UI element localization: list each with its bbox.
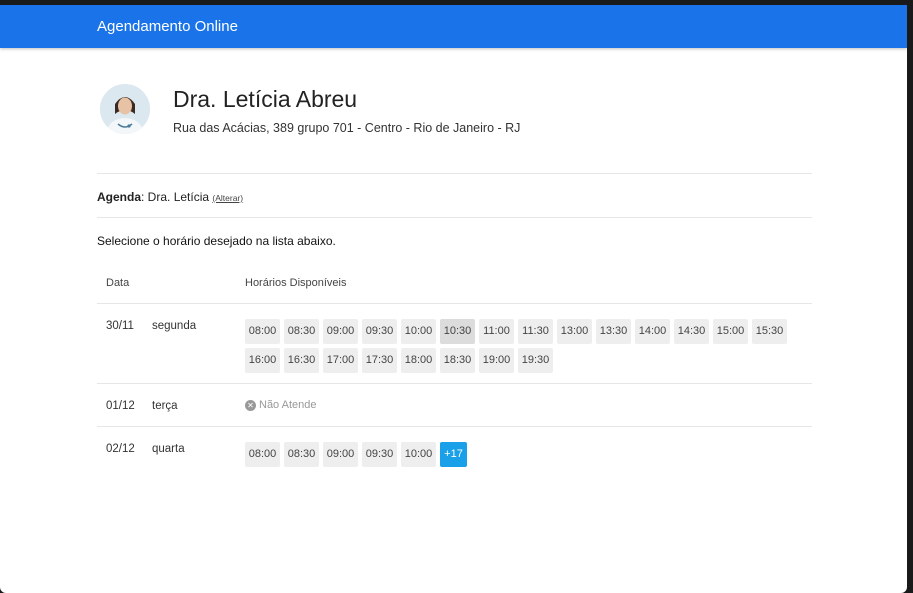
close-circle-icon: ✕ <box>245 399 256 411</box>
time-slot-button[interactable]: 15:00 <box>713 319 748 344</box>
agenda-line: Agenda: Dra. Letícia (Alterar) <box>97 190 243 204</box>
time-slot-button[interactable]: 13:30 <box>596 319 631 344</box>
schedule-row: 01/12 terça ✕ Não Atende <box>97 399 812 419</box>
column-date: Data <box>106 277 130 289</box>
doctor-name: Dra. Letícia Abreu <box>173 86 358 112</box>
row-date: 02/12 <box>106 443 135 455</box>
time-slot-button[interactable]: 14:00 <box>635 319 670 344</box>
divider <box>97 426 812 427</box>
time-slot-button[interactable]: 08:00 <box>245 442 280 467</box>
time-slot-button[interactable]: 09:30 <box>362 319 397 344</box>
row-date: 30/11 <box>106 320 134 332</box>
doctor-address: Rua das Acácias, 389 grupo 701 - Centro … <box>173 121 521 135</box>
time-slot-button[interactable]: 17:00 <box>323 348 358 373</box>
time-slot-button[interactable]: 19:00 <box>479 348 514 373</box>
time-slot-button[interactable]: 16:30 <box>284 348 319 373</box>
row-date: 01/12 <box>106 400 135 412</box>
more-slots-button[interactable]: +17 <box>440 442 467 467</box>
time-slots: 08:00 08:30 09:00 09:30 10:00 10:30 11:00 11:30… <box>245 319 805 373</box>
no-service-label: Não Atende <box>259 399 317 411</box>
app-window: Agendamento Online Dra. Letícia Abreu Ru… <box>0 5 907 593</box>
table-header: Data Horários Disponíveis <box>97 276 812 304</box>
time-slot-button[interactable]: 18:00 <box>401 348 436 373</box>
time-slot-button[interactable]: 09:00 <box>323 319 358 344</box>
schedule-row: 02/12 quarta 08:00 08:30 09:00 09:30 10:00 +1… <box>97 442 812 472</box>
time-slot-button[interactable]: 14:30 <box>674 319 709 344</box>
doctor-avatar <box>100 84 150 134</box>
schedule-row: 30/11 segunda 08:00 08:30 09:00 09:30 10:00 1… <box>97 319 812 381</box>
divider <box>97 383 812 384</box>
agenda-value: : Dra. Letícia <box>141 190 213 204</box>
time-slot-button[interactable]: 08:30 <box>284 319 319 344</box>
time-slot-button[interactable]: 19:30 <box>518 348 553 373</box>
time-slot-button[interactable]: 11:00 <box>479 319 514 344</box>
doctor-profile: Dra. Letícia Abreu Rua das Acácias, 389 … <box>100 84 820 144</box>
time-slot-button[interactable]: 09:30 <box>362 442 397 467</box>
time-slot-button[interactable]: 16:00 <box>245 348 280 373</box>
time-slot-button[interactable]: 18:30 <box>440 348 475 373</box>
row-day: terça <box>152 400 178 412</box>
no-service-status: ✕ Não Atende <box>245 399 317 411</box>
app-title: Agendamento Online <box>97 18 238 35</box>
row-day: quarta <box>152 443 185 455</box>
top-bar: Agendamento Online <box>0 5 907 48</box>
agenda-label: Agenda <box>97 190 142 204</box>
time-slot-button[interactable]: 17:30 <box>362 348 397 373</box>
time-slot-button[interactable]: 10:00 <box>401 442 436 467</box>
time-slots: 08:00 08:30 09:00 09:30 10:00 +17 <box>245 442 805 467</box>
time-slot-button[interactable]: 11:30 <box>518 319 553 344</box>
time-slot-button[interactable]: 10:00 <box>401 319 436 344</box>
divider <box>97 303 812 304</box>
divider <box>97 173 812 174</box>
time-slot-button[interactable]: 13:00 <box>557 319 592 344</box>
time-slot-button[interactable]: 10:30 <box>440 319 475 344</box>
column-slots: Horários Disponíveis <box>245 277 347 289</box>
row-day: segunda <box>152 320 197 332</box>
instruction-text: Selecione o horário desejado na lista ab… <box>97 234 336 248</box>
time-slot-button[interactable]: 08:00 <box>245 319 280 344</box>
time-slot-button[interactable]: 09:00 <box>323 442 358 467</box>
divider <box>97 217 812 218</box>
time-slot-button[interactable]: 08:30 <box>284 442 319 467</box>
change-agenda-link[interactable]: (Alterar) <box>212 193 243 203</box>
time-slot-button[interactable]: 15:30 <box>752 319 787 344</box>
